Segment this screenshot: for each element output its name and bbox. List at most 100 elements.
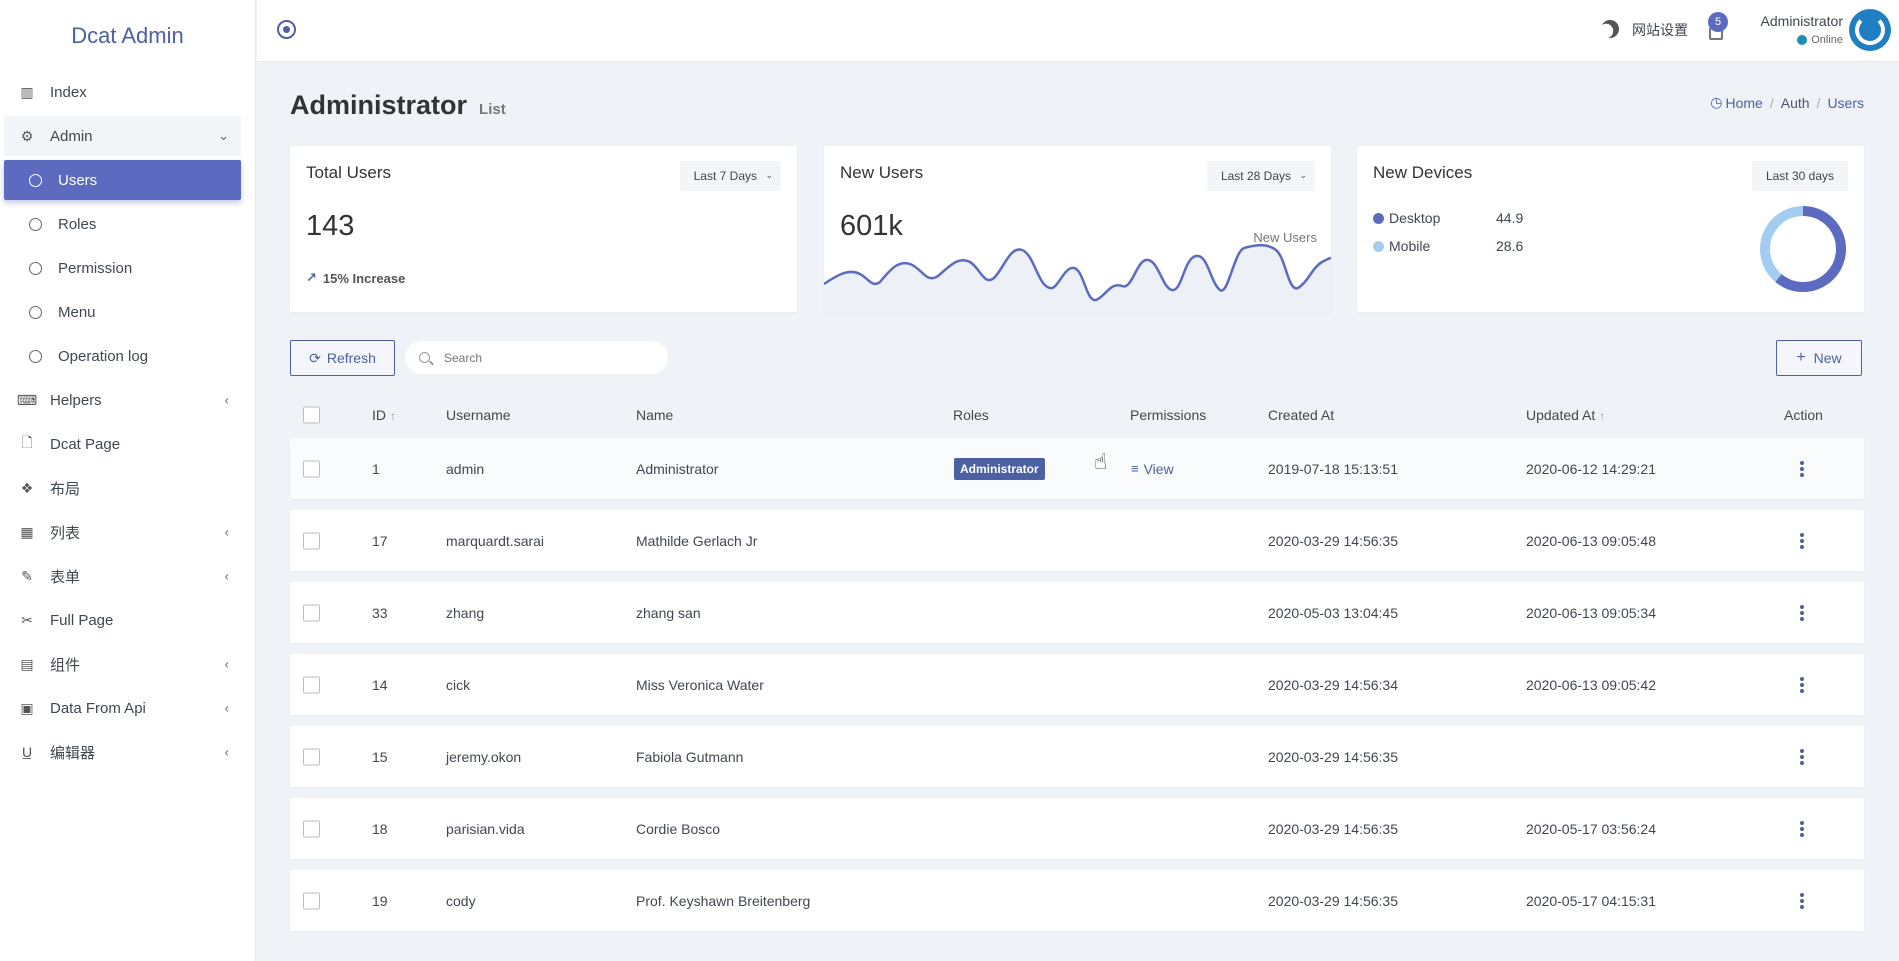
online-dot-icon (1797, 35, 1808, 45)
cell-id: 1 (372, 460, 380, 477)
breadcrumb-home[interactable]: Home (1725, 95, 1762, 111)
range-dropdown[interactable]: Last 7 Days ⌄ (679, 161, 781, 191)
sidebar-item-组件[interactable]: ▤ 组件 ‹ (4, 644, 241, 684)
device-value: 44.9 (1496, 210, 1524, 226)
range-dropdown[interactable]: Last 28 Days ⌄ (1206, 161, 1315, 191)
sidebar-item-label: 组件 (50, 656, 81, 674)
sidebar-item-menu[interactable]: Menu (4, 292, 241, 332)
sidebar-item-label: Users (58, 171, 98, 189)
breadcrumb: ◷ Home / Auth / Users (1710, 94, 1864, 111)
device-value: 28.6 (1496, 238, 1524, 254)
row-checkbox[interactable] (303, 532, 320, 549)
bar-chart-icon: ▥ (20, 83, 34, 100)
cell-name: Prof. Keyshawn Breitenberg (636, 892, 811, 909)
more-actions-icon[interactable] (1800, 676, 1804, 693)
column-action: Action (1784, 407, 1823, 423)
more-actions-icon[interactable] (1800, 892, 1804, 909)
chevron-down-icon: ⌄ (1299, 170, 1307, 180)
range-label: Last 30 days (1765, 169, 1834, 183)
menu-toggle-icon[interactable] (277, 20, 296, 39)
row-checkbox[interactable] (303, 820, 320, 837)
sidebar-item-index[interactable]: ▥ Index (4, 72, 241, 112)
notification-badge[interactable]: 5 (1708, 12, 1728, 32)
sidebar-item-表单[interactable]: ✎ 表单 ‹ (4, 556, 241, 596)
avatar[interactable] (1849, 9, 1891, 51)
sidebar-item-operation-log[interactable]: Operation log (4, 336, 241, 376)
sidebar-item-列表[interactable]: ▦ 列表 ‹ (4, 512, 241, 552)
card-title: New Devices (1373, 163, 1473, 182)
sort-icon[interactable]: ↑ (1599, 409, 1605, 423)
refresh-button[interactable]: ⟳ Refresh (290, 340, 395, 376)
range-dropdown[interactable]: Last 30 days (1751, 161, 1848, 191)
cell-updated-at: 2020-06-13 09:05:42 (1526, 676, 1656, 693)
table-row[interactable]: 17 marquardt.sarai Mathilde Gerlach Jr 2020… (290, 510, 1864, 571)
row-checkbox[interactable] (303, 892, 320, 909)
site-settings-link[interactable]: 网站设置 (1632, 20, 1688, 40)
increase-indicator: ↗ 15% Increase (306, 270, 405, 286)
card-title: New Users (840, 163, 924, 182)
table-row[interactable]: 18 parisian.vida Cordie Bosco 2020-03-29 14… (290, 798, 1864, 859)
select-all-checkbox[interactable] (303, 406, 320, 424)
film-icon: ▣ (20, 699, 34, 716)
user-name[interactable]: Administrator (1761, 13, 1843, 29)
row-checkbox[interactable] (303, 676, 320, 693)
page-subtitle: List (479, 101, 506, 118)
sidebar-item-label: Full Page (50, 611, 114, 629)
cell-id: 17 (372, 532, 388, 549)
column-updated-at[interactable]: Updated At ↑ (1526, 407, 1605, 423)
sidebar-item-dcat-page[interactable]: 🗋 Dcat Page (4, 424, 241, 464)
circle-icon (26, 303, 44, 321)
sidebar-item-users[interactable]: Users (4, 160, 241, 200)
keyboard-icon: ⌨ (16, 391, 38, 408)
card-title: Total Users (306, 163, 392, 182)
sidebar-item-permission[interactable]: Permission (4, 248, 241, 288)
chevron-left-icon: ‹ (224, 656, 229, 672)
sidebar-item-label: Menu (58, 303, 96, 321)
table-row[interactable]: 1 admin Administrator Administrator ≡ View 201… (290, 438, 1864, 499)
new-button[interactable]: + New (1776, 340, 1862, 376)
more-actions-icon[interactable] (1800, 460, 1804, 477)
cell-created-at: 2020-03-29 14:56:35 (1268, 892, 1398, 909)
cell-username: cody (446, 892, 476, 909)
cell-updated-at: 2020-05-17 04:15:31 (1526, 892, 1656, 909)
sort-icon[interactable]: ↑ (390, 409, 396, 423)
row-checkbox[interactable] (303, 748, 320, 765)
sidebar-item-布局[interactable]: ❖ 布局 (4, 468, 241, 508)
sidebar-item-data-from-api[interactable]: ▣ Data From Api ‹ (4, 688, 241, 728)
sidebar-item-label: Roles (58, 215, 97, 233)
circle-icon (26, 215, 44, 233)
more-actions-icon[interactable] (1800, 748, 1804, 765)
column-name: Name (636, 407, 674, 423)
cell-name: Mathilde Gerlach Jr (636, 532, 758, 549)
table-row[interactable]: 19 cody Prof. Keyshawn Breitenberg 2020-03-… (290, 870, 1864, 931)
sidebar-item-admin[interactable]: ⚙ Admin ⌄ (4, 116, 241, 156)
sidebar-item-编辑器[interactable]: U̲ 编辑器 ‹ (4, 732, 241, 772)
table-row[interactable]: 14 cick Miss Veronica Water 2020-03-29 14:5… (290, 654, 1864, 715)
dark-mode-icon[interactable] (1601, 20, 1619, 38)
row-checkbox[interactable] (303, 460, 320, 477)
table-row[interactable]: 15 jeremy.okon Fabiola Gutmann 2020-03-29 1… (290, 726, 1864, 787)
column-username: Username (446, 407, 511, 423)
row-checkbox[interactable] (303, 604, 320, 621)
total-users-value: 143 (306, 210, 355, 242)
cell-id: 15 (372, 748, 388, 765)
search-input[interactable] (444, 350, 644, 365)
permissions-view-link[interactable]: ≡ View (1131, 461, 1174, 477)
sidebar-item-helpers[interactable]: ⌨ Helpers ‹ (4, 380, 241, 420)
device-label: Desktop (1389, 210, 1441, 226)
cell-created-at: 2020-03-29 14:56:34 (1268, 676, 1398, 693)
new-users-card: New Users Last 28 Days ⌄ 601k New Users (824, 146, 1331, 312)
grid-icon: ▦ (20, 523, 34, 540)
column-id[interactable]: ID ↑ (372, 407, 396, 423)
table-row[interactable]: 33 zhang zhang san 2020-05-03 13:04:45 2020-… (290, 582, 1864, 643)
breadcrumb-auth[interactable]: Auth (1781, 95, 1810, 111)
sidebar-item-roles[interactable]: Roles (4, 204, 241, 244)
brand-logo[interactable]: Dcat Admin (0, 0, 255, 72)
more-actions-icon[interactable] (1800, 604, 1804, 621)
sidebar-item-full-page[interactable]: ✂ Full Page (4, 600, 241, 640)
cell-id: 19 (372, 892, 388, 909)
more-actions-icon[interactable] (1800, 820, 1804, 837)
breadcrumb-users[interactable]: Users (1827, 95, 1864, 111)
more-actions-icon[interactable] (1800, 532, 1804, 549)
search-box[interactable] (405, 341, 668, 374)
